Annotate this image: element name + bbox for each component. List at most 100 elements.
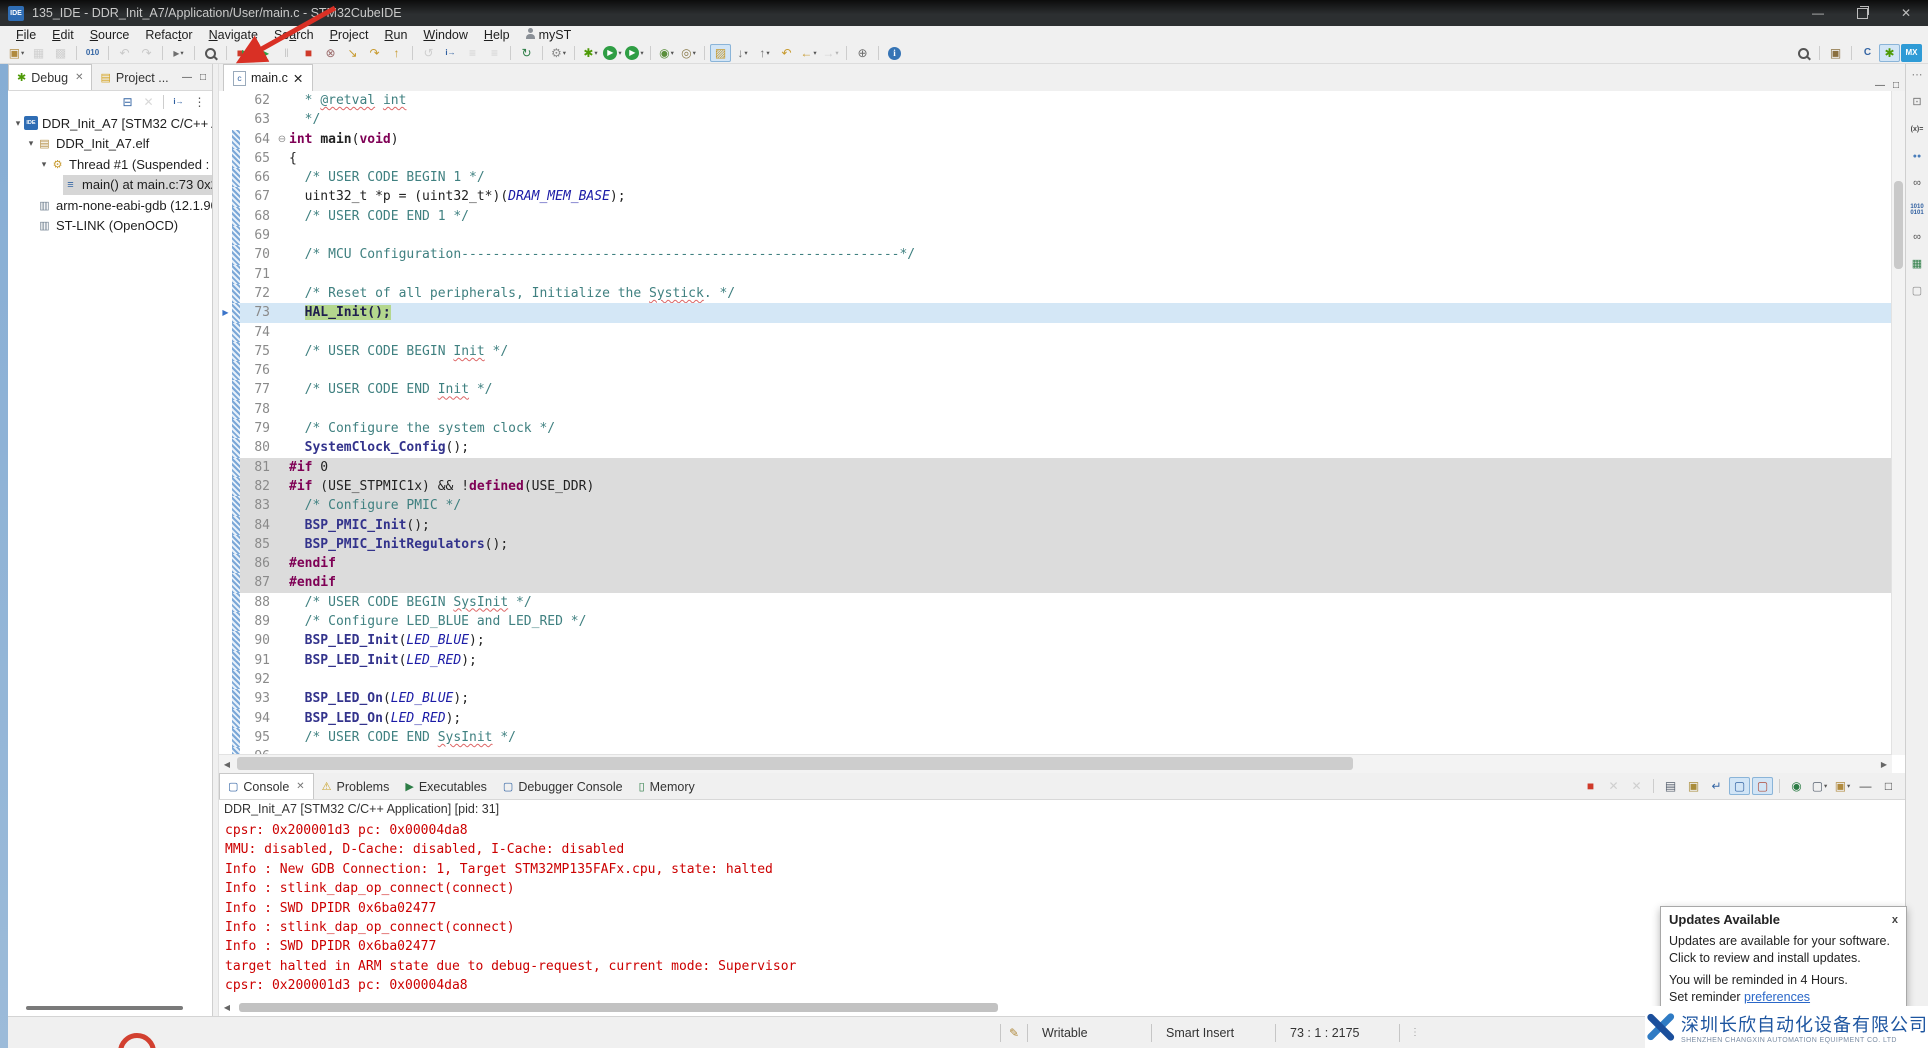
console-maximize-button[interactable]: □: [1878, 777, 1899, 795]
scroll-right-icon[interactable]: ▶: [1876, 760, 1892, 769]
back-button[interactable]: ←▾: [798, 44, 819, 62]
profile-button[interactable]: ◎▾: [678, 44, 699, 62]
cpp-perspective-button[interactable]: C: [1857, 44, 1878, 62]
refresh-button[interactable]: ↻: [516, 44, 537, 62]
pin-editor-button[interactable]: ⊕: [852, 44, 873, 62]
close-tab-icon[interactable]: ✕: [75, 72, 83, 83]
editor-hscrollbar[interactable]: ◀ ▶: [219, 754, 1892, 773]
view-tab-executables[interactable]: ▶Executables: [397, 774, 495, 799]
console-terminate-button[interactable]: ■: [1580, 777, 1601, 795]
console-minimize-button[interactable]: —: [1855, 777, 1876, 795]
view-tab-problems[interactable]: ⚠Problems: [314, 774, 398, 799]
debug-tree-item[interactable]: ▾▤DDR_Init_A7.elf: [8, 134, 212, 155]
modules-view-button[interactable]: ▢: [1907, 282, 1928, 300]
restore-pane-button[interactable]: ⊡: [1907, 93, 1928, 111]
editor-maximize-button[interactable]: □: [1893, 80, 1899, 91]
terminate-button[interactable]: ■: [298, 44, 319, 62]
preferences-link[interactable]: preferences: [1744, 990, 1810, 1004]
show-stderr-button[interactable]: ▢: [1752, 777, 1773, 795]
open-console-button[interactable]: ▣▾: [1832, 777, 1853, 795]
view-tab-memory[interactable]: ▯Memory: [631, 774, 703, 799]
view-tab-debug[interactable]: ✱Debug✕: [8, 64, 92, 90]
show-paths-button[interactable]: ≡: [484, 44, 505, 62]
word-wrap-button[interactable]: ↵: [1706, 777, 1727, 795]
build-button[interactable]: 010: [82, 44, 103, 62]
collapse-all-button[interactable]: ⊟: [117, 93, 138, 111]
menu-source[interactable]: Source: [82, 28, 138, 42]
minimize-window-button[interactable]: —: [1796, 0, 1840, 26]
mx-perspective-button[interactable]: MX: [1901, 44, 1922, 62]
open-perspective-button[interactable]: ▣: [1825, 44, 1846, 62]
new-wizard-button[interactable]: ▣▾: [6, 44, 27, 62]
restore-window-button[interactable]: [1840, 0, 1884, 26]
prev-annotation-button[interactable]: ↑▾: [754, 44, 775, 62]
menu-edit[interactable]: Edit: [44, 28, 82, 42]
undo-button[interactable]: ↶: [114, 44, 135, 62]
launch-mode-button[interactable]: ▸▾: [168, 44, 189, 62]
build-config-button[interactable]: ⚙▾: [548, 44, 569, 62]
expander-icon[interactable]: ▾: [25, 138, 37, 149]
close-tab-icon[interactable]: ✕: [293, 71, 303, 86]
editor-tab-main-c[interactable]: c main.c ✕: [223, 64, 313, 91]
breakpoints-view-button[interactable]: ●●: [1907, 147, 1928, 165]
editor-minimize-button[interactable]: —: [1875, 80, 1885, 91]
live-expressions-view-button[interactable]: ∞: [1907, 228, 1928, 246]
variables-view-button[interactable]: (x)=: [1907, 120, 1928, 138]
instruction-mode-button[interactable]: i→: [168, 93, 189, 111]
menu-help[interactable]: Help: [476, 28, 518, 42]
forward-button[interactable]: →▾: [820, 44, 841, 62]
debug-perspective-button[interactable]: ✱: [1879, 44, 1900, 62]
pin-console-button[interactable]: ◉: [1786, 777, 1807, 795]
debug-maximize-button[interactable]: □: [200, 72, 206, 83]
view-tab-console[interactable]: ▢Console✕: [219, 773, 314, 799]
open-element-button[interactable]: [200, 44, 221, 62]
save-all-button[interactable]: ▩: [50, 44, 71, 62]
registers-view-button[interactable]: 10100101: [1907, 201, 1928, 219]
debug-button[interactable]: ✱▾: [580, 44, 601, 62]
display-console-button[interactable]: ▢▾: [1809, 777, 1830, 795]
view-tab-debugger-console[interactable]: ▢Debugger Console: [495, 774, 631, 799]
expressions-view-button[interactable]: ∞: [1907, 174, 1928, 192]
popup-close-icon[interactable]: x: [1892, 914, 1898, 926]
debug-tree-item[interactable]: ▥arm-none-eabi-gdb (12.1.90.2: [8, 195, 212, 216]
autobuild-toggle-button[interactable]: ≡: [462, 44, 483, 62]
debug-tree-item[interactable]: ≡main() at main.c:73 0x2ff: [8, 175, 212, 196]
redo-button[interactable]: ↷: [136, 44, 157, 62]
view-tab-project[interactable]: ▤Project ...: [92, 65, 176, 90]
debug-minimize-button[interactable]: —: [182, 72, 192, 83]
view-menu-button[interactable]: ⋮: [189, 93, 210, 111]
close-tab-icon[interactable]: ✕: [296, 781, 304, 792]
run-button[interactable]: ▶▾: [602, 44, 623, 62]
clear-console-button[interactable]: ▤: [1660, 777, 1681, 795]
menu-navigate[interactable]: Navigate: [201, 28, 266, 42]
info-button[interactable]: i: [884, 44, 905, 62]
close-window-button[interactable]: ✕: [1884, 0, 1928, 26]
terminate-relaunch-button[interactable]: ■▶: [232, 44, 253, 62]
debug-tree-item[interactable]: ▾IDEDDR_Init_A7 [STM32 C/C++ Appl: [8, 113, 212, 134]
step-return-button[interactable]: ↑: [386, 44, 407, 62]
debug-tree-item[interactable]: ▾⚙Thread #1 (Suspended : Br: [8, 154, 212, 175]
debug-tree-item[interactable]: ▥ST-LINK (OpenOCD): [8, 216, 212, 237]
debug-hscrollbar[interactable]: [8, 1004, 212, 1012]
menu-search[interactable]: Search: [266, 28, 322, 42]
expander-icon[interactable]: ▾: [38, 159, 50, 170]
resume-button[interactable]: ▶: [254, 44, 275, 62]
menu-file[interactable]: File: [8, 28, 44, 42]
console-scroll-left-icon[interactable]: ◀: [219, 1003, 235, 1012]
step-over-button[interactable]: ↷: [364, 44, 385, 62]
suspend-button[interactable]: ‖: [276, 44, 297, 62]
expander-icon[interactable]: ▾: [12, 118, 24, 129]
sfrs-view-button[interactable]: ▦: [1907, 255, 1928, 273]
menu-refactor[interactable]: Refactor: [137, 28, 200, 42]
menu-run[interactable]: Run: [376, 28, 415, 42]
menu-window[interactable]: Window: [415, 28, 475, 42]
remove-terminated-button[interactable]: ✕: [138, 93, 159, 111]
instruction-stepping-button[interactable]: i→: [440, 44, 461, 62]
remove-all-launches-button[interactable]: ✕: [1626, 777, 1647, 795]
save-button[interactable]: ▦: [28, 44, 49, 62]
scroll-lock-button[interactable]: ▣: [1683, 777, 1704, 795]
scroll-left-icon[interactable]: ◀: [219, 760, 235, 769]
external-tools-button[interactable]: ▶▾: [624, 44, 645, 62]
menu-project[interactable]: Project: [322, 28, 377, 42]
last-edit-location-button[interactable]: ↶: [776, 44, 797, 62]
